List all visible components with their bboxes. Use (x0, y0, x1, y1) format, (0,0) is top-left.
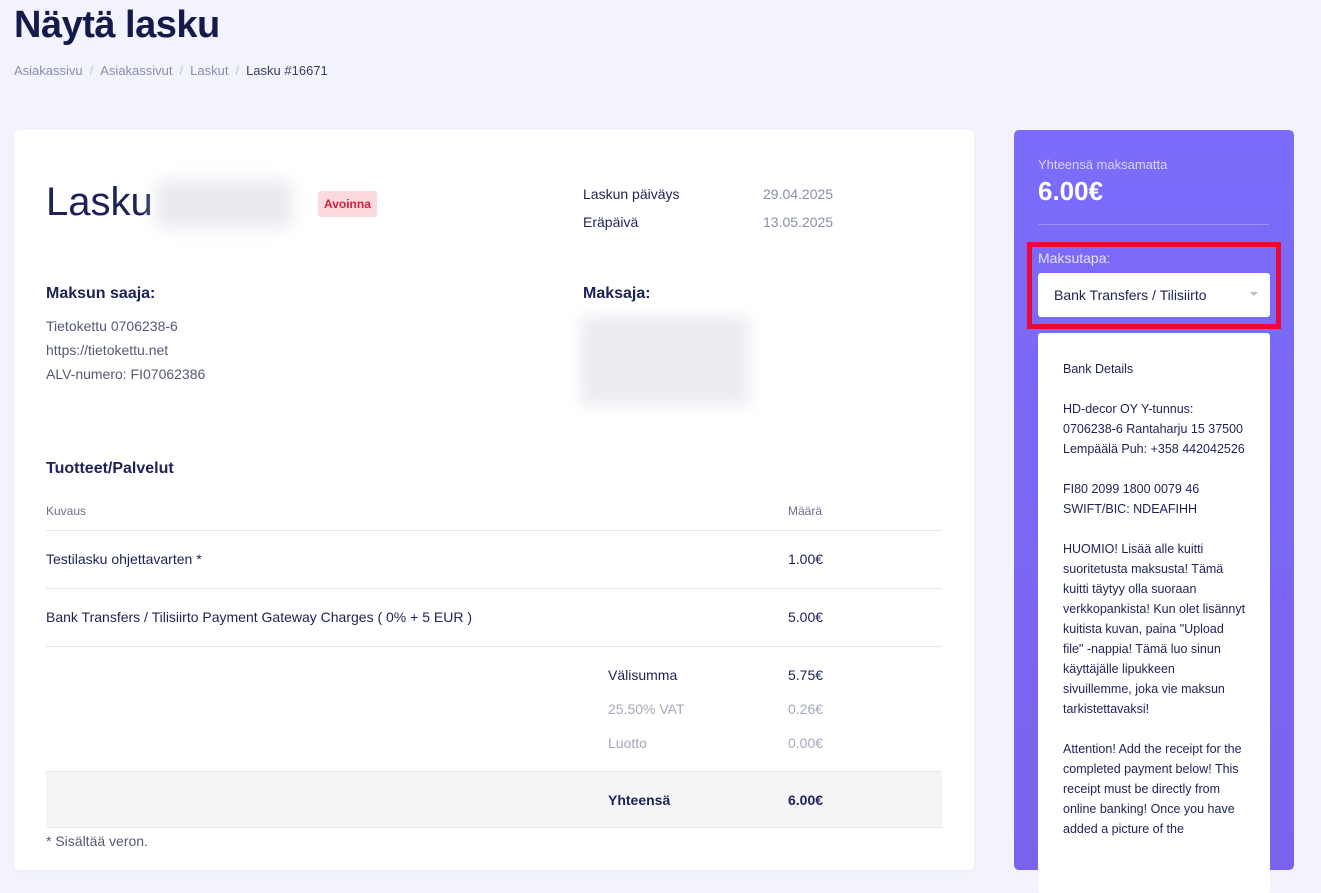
payee-title: Maksun saaja: (46, 285, 156, 302)
column-header-amount: Määrä (788, 504, 823, 518)
divider (46, 588, 942, 589)
invoice-heading: Lasku (46, 180, 153, 224)
total-label: Yhteensä (608, 792, 671, 808)
bank-details-title: Bank Details (1063, 362, 1134, 376)
item-row-2-amount: 5.00€ (788, 609, 824, 625)
status-badge: Avoinna (318, 191, 377, 217)
item-row-2-description: Bank Transfers / Tilisiirto Payment Gate… (46, 609, 472, 625)
subtotal-value: 5.75€ (788, 667, 824, 683)
payment-sidebar: Yhteensä maksamatta 6.00€ Maksutapa: Ban… (1014, 130, 1294, 893)
invoice-date-value: 29.04.2025 (763, 186, 834, 202)
bank-details-account: FI80 2099 1800 0079 46 SWIFT/BIC: NDEAFI… (1063, 482, 1200, 516)
redacted-payer-details (580, 316, 750, 406)
divider (46, 646, 942, 647)
bank-details-panel: Bank Details HD-decor OY Y-tunnus: 07062… (1038, 333, 1270, 893)
invoice-date-label: Laskun päiväys (583, 186, 680, 202)
due-date-label: Eräpäivä (583, 214, 639, 230)
subtotal-label: Välisumma (608, 667, 678, 683)
payee-details: Tietokettu 0706238-6 https://tietokettu.… (46, 314, 205, 386)
redacted-invoice-number (156, 180, 292, 228)
due-date-value: 13.05.2025 (763, 214, 834, 230)
vat-value: 0.26€ (788, 701, 824, 717)
items-title: Tuotteet/Palvelut (46, 460, 174, 477)
bank-details-notice-en: Attention! Add the receipt for the compl… (1063, 742, 1242, 836)
bank-details-notice-fi: HUOMIO! Lisää alle kuitti suoritetusta m… (1063, 542, 1246, 716)
payee-website: https://tietokettu.net (46, 342, 169, 358)
divider (46, 530, 942, 531)
payee-vat-number: ALV-numero: FI07062386 (46, 366, 206, 382)
tax-footnote: * Sisältää veron. (46, 833, 148, 849)
bank-details-company: HD-decor OY Y-tunnus: 0706238-6 Rantahar… (1063, 402, 1245, 456)
breadcrumb-item-asiakassivu[interactable]: Asiakassivu (14, 63, 83, 78)
unpaid-total: 6.00€ (1038, 176, 1104, 206)
vat-label: 25.50% VAT (608, 701, 685, 717)
total-value: 6.00€ (788, 792, 824, 808)
breadcrumb-current: Lasku #16671 (246, 63, 328, 78)
page-title: Näytä lasku (14, 4, 220, 46)
invoice-card: Lasku Avoinna Laskun päiväys 29.04.2025 … (14, 130, 974, 870)
unpaid-label: Yhteensä maksamatta (1038, 157, 1168, 172)
item-row-1-amount: 1.00€ (788, 551, 824, 567)
breadcrumb-item-laskut[interactable]: Laskut (190, 63, 228, 78)
payer-title: Maksaja: (583, 285, 651, 302)
column-header-description: Kuvaus (46, 504, 87, 518)
breadcrumb-separator: / (179, 63, 184, 78)
invoice-dates: Laskun päiväys 29.04.2025 Eräpäivä 13.05… (583, 180, 833, 236)
breadcrumb: Asiakassivu / Asiakassivut / Laskut / La… (14, 63, 328, 78)
breadcrumb-separator: / (235, 63, 240, 78)
breadcrumb-separator: / (89, 63, 94, 78)
divider (1038, 224, 1269, 225)
payee-name: Tietokettu 0706238-6 (46, 318, 178, 334)
credit-label: Luotto (608, 735, 647, 751)
highlight-box (1027, 242, 1281, 329)
item-row-1-description: Testilasku ohjettavarten * (46, 551, 202, 567)
breadcrumb-item-asiakassivut[interactable]: Asiakassivut (100, 63, 172, 78)
credit-value: 0.00€ (788, 735, 824, 751)
